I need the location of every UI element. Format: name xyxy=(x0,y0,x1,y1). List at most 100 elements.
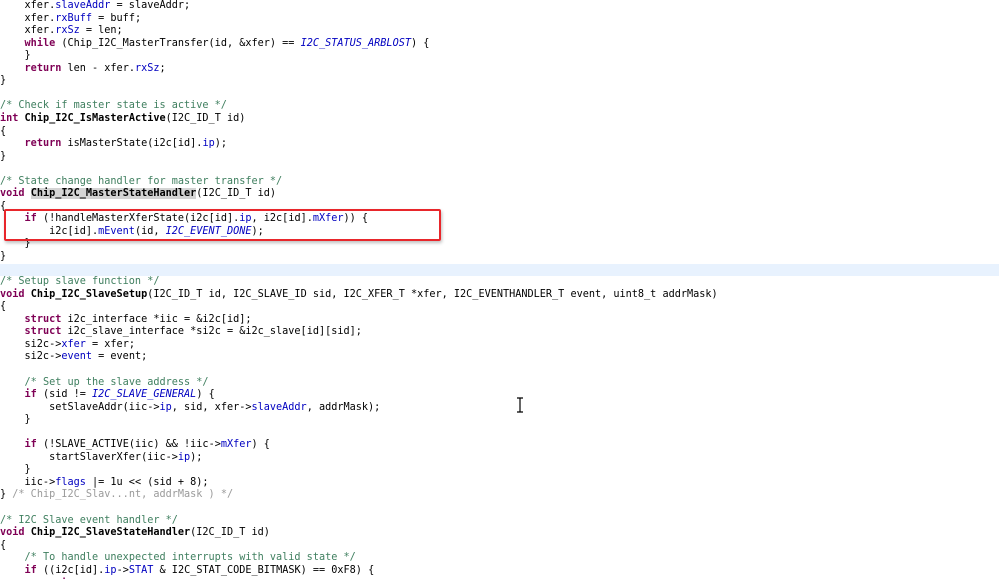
code-token: slaveAddr xyxy=(251,401,307,413)
code-token: I2C_EVENT_DONE xyxy=(165,225,252,237)
code-token: /* Set up the slave address */ xyxy=(24,376,209,388)
code-token: i2c_interface *iic = &i2c[id]; xyxy=(61,313,252,325)
code-line[interactable]: } xyxy=(0,151,999,164)
code-token: /* To handle unexpected interrupts with … xyxy=(24,552,356,564)
code-line[interactable]: { xyxy=(0,201,999,214)
code-token: while xyxy=(24,37,56,49)
code-line[interactable]: /* I2C Slave event handler */ xyxy=(0,515,999,528)
code-line[interactable]: return len - xfer.rxSz; xyxy=(0,63,999,76)
code-line[interactable]: } xyxy=(0,50,999,63)
code-line[interactable]: void Chip_I2C_SlaveSetup(I2C_ID_T id, I2… xyxy=(0,289,999,302)
code-token: si2c-> xyxy=(0,351,62,363)
code-token: i2c_slave_interface *si2c = &i2c_slave[i… xyxy=(61,326,362,338)
text-cursor-icon xyxy=(515,397,525,413)
code-token: (sid != xyxy=(36,389,93,401)
code-line[interactable]: { xyxy=(0,126,999,139)
code-token: isMasterState(i2c[id]. xyxy=(61,138,203,150)
code-line[interactable]: return isMasterState(i2c[id].ip); xyxy=(0,138,999,151)
code-token: ) { xyxy=(410,37,430,49)
code-line[interactable]: iic->flags |= 1u << (sid + 8); xyxy=(0,477,999,490)
code-token: } xyxy=(0,464,31,476)
code-token: , i2c[id]. xyxy=(251,213,313,225)
code-line[interactable]: if (!SLAVE_ACTIVE(iic) && !iic->mXfer) { xyxy=(0,439,999,452)
code-line[interactable]: { xyxy=(0,301,999,314)
code-token: } xyxy=(0,251,7,262)
code-line[interactable] xyxy=(0,364,999,377)
code-token: si2c-> xyxy=(0,338,62,350)
code-token: Chip_I2C_MasterStateHandler xyxy=(30,188,197,200)
code-token: } xyxy=(0,150,7,162)
code-token: int xyxy=(0,112,19,124)
code-line[interactable]: i2c[id].mEvent(id, I2C_EVENT_DONE); xyxy=(0,226,999,239)
code-token: = event; xyxy=(92,351,148,363)
code-token: (I2C_ID_T id, I2C_SLAVE_ID sid, I2C_XFER… xyxy=(147,288,718,300)
code-token: setSlaveAddr(iic-> xyxy=(0,401,160,413)
code-line[interactable]: if (sid != I2C_SLAVE_GENERAL) { xyxy=(0,389,999,402)
code-line[interactable]: startSlaverXfer(iic->ip); xyxy=(0,452,999,465)
code-token: ip xyxy=(202,138,215,150)
code-token: = len; xyxy=(79,25,123,37)
code-token: STAT xyxy=(128,564,154,576)
code-line[interactable]: } xyxy=(0,251,999,264)
code-line[interactable]: int Chip_I2C_IsMasterActive(I2C_ID_T id) xyxy=(0,113,999,126)
code-token: if xyxy=(24,389,37,401)
code-line[interactable]: { xyxy=(0,540,999,553)
code-token: |= 1u << (sid + 8); xyxy=(85,476,209,488)
code-line[interactable]: if (!handleMasterXferState(i2c[id].ip, i… xyxy=(0,213,999,226)
code-editor[interactable]: xfer.slaveAddr = slaveAddr; xfer.rxBuff … xyxy=(0,0,999,579)
code-line[interactable]: struct i2c_interface *iic = &i2c[id]; xyxy=(0,314,999,327)
code-line[interactable] xyxy=(0,163,999,176)
code-token: I2C_STATUS_ARBLOST xyxy=(300,37,411,49)
code-token: void xyxy=(0,288,25,300)
code-line[interactable] xyxy=(0,427,999,440)
code-line[interactable]: xfer.rxSz = len; xyxy=(0,25,999,38)
code-token: mEvent xyxy=(98,225,135,237)
code-token: } xyxy=(0,238,31,250)
code-line[interactable]: } xyxy=(0,414,999,427)
code-token: /* Check if master state is active */ xyxy=(0,100,227,112)
code-line[interactable] xyxy=(0,263,999,277)
code-line[interactable] xyxy=(0,88,999,101)
code-line[interactable]: while (Chip_I2C_MasterTransfer(id, &xfer… xyxy=(0,38,999,51)
code-line[interactable]: } xyxy=(0,464,999,477)
code-token: void xyxy=(0,527,25,539)
code-token: ; xyxy=(159,62,166,74)
code-token: i2c[id]. xyxy=(0,225,99,237)
code-token: ip xyxy=(239,213,252,225)
code-token: (id, xyxy=(134,225,166,237)
code-line[interactable]: si2c->event = event; xyxy=(0,351,999,364)
code-token: len - xfer. xyxy=(61,62,135,74)
code-token: ip xyxy=(177,451,191,463)
code-line[interactable]: } xyxy=(0,238,999,251)
code-token: Chip_I2C_IsMasterActive xyxy=(24,112,166,124)
code-line[interactable]: struct i2c_slave_interface *si2c = &i2c_… xyxy=(0,326,999,339)
code-line[interactable]: /* To handle unexpected interrupts with … xyxy=(0,552,999,565)
code-line[interactable]: void Chip_I2C_SlaveStateHandler(I2C_ID_T… xyxy=(0,527,999,540)
code-line[interactable]: xfer.rxBuff = buff; xyxy=(0,13,999,26)
code-line[interactable]: si2c->xfer = xfer; xyxy=(0,339,999,352)
code-line[interactable]: } /* Chip_I2C_Slav...nt, addrMask ) */ xyxy=(0,489,999,502)
code-line[interactable] xyxy=(0,502,999,515)
code-token: /* Chip_I2C_Slav...nt, addrMask ) */ xyxy=(12,489,234,501)
code-line[interactable]: /* Set up the slave address */ xyxy=(0,377,999,390)
code-line[interactable]: if ((i2c[id].ip->STAT & I2C_STAT_CODE_BI… xyxy=(0,565,999,578)
code-line[interactable]: /* Check if master state is active */ xyxy=(0,100,999,113)
code-token: event xyxy=(61,351,93,363)
code-line[interactable]: /* State change handler for master trans… xyxy=(0,176,999,189)
code-token: = xfer; xyxy=(85,338,135,350)
code-token: /* Setup slave function */ xyxy=(0,276,160,288)
code-token: , addrMask); xyxy=(306,401,381,413)
code-line[interactable]: xfer.slaveAddr = slaveAddr; xyxy=(0,0,999,13)
code-token: rxSz xyxy=(55,25,80,37)
code-line[interactable]: } xyxy=(0,75,999,88)
code-token: rxBuff xyxy=(55,12,93,24)
code-line[interactable]: /* Setup slave function */ xyxy=(0,276,999,289)
code-line[interactable]: setSlaveAddr(iic->ip, sid, xfer->slaveAd… xyxy=(0,402,999,415)
code-line[interactable]: void Chip_I2C_MasterStateHandler(I2C_ID_… xyxy=(0,188,999,201)
